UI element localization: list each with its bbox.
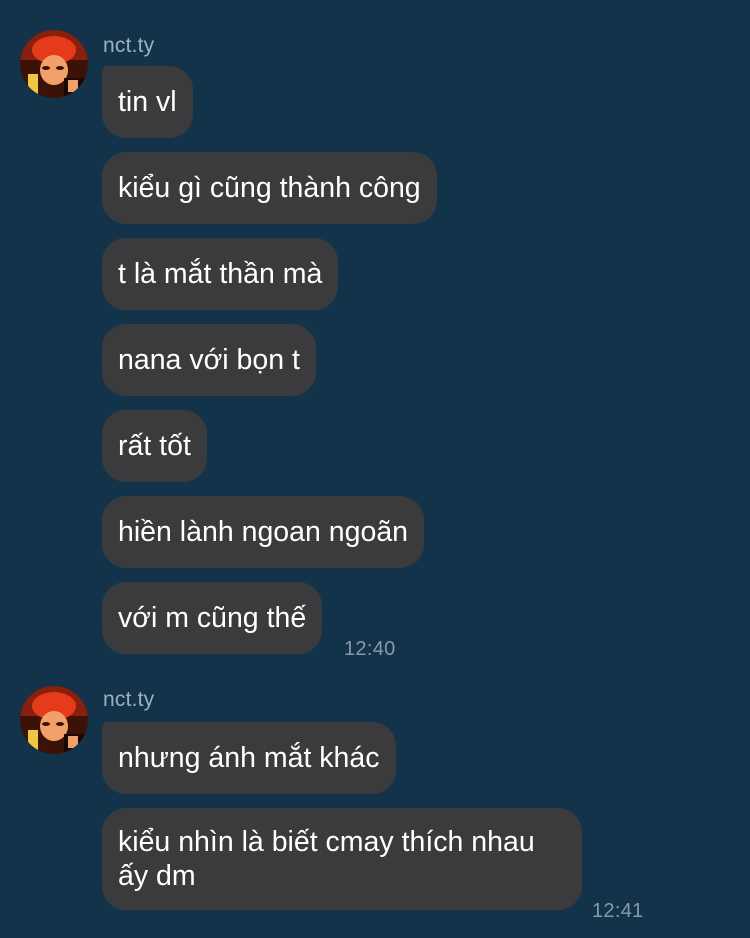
- message-bubble[interactable]: nana với bọn t: [102, 324, 316, 396]
- message-bubble[interactable]: hiền lành ngoan ngoãn: [102, 496, 425, 568]
- sender-name[interactable]: nct.ty: [103, 34, 154, 58]
- avatar[interactable]: [20, 686, 88, 754]
- sender-name[interactable]: nct.ty: [103, 688, 154, 712]
- avatar[interactable]: [20, 30, 88, 98]
- avatar-photo-icon: [20, 30, 88, 98]
- avatar-photo-icon: [20, 686, 88, 754]
- message-bubble[interactable]: tin vl: [102, 66, 193, 138]
- message-bubble[interactable]: với m cũng thế: [102, 582, 323, 654]
- chat-view: nct.ty tin vl kiểu gì cũng thành công t …: [0, 0, 750, 938]
- message-timestamp: 12:40: [344, 638, 396, 660]
- message-timestamp: 12:41: [592, 900, 644, 922]
- message-bubble[interactable]: rất tốt: [102, 410, 207, 482]
- message-bubble[interactable]: nhưng ánh mắt khác: [102, 722, 396, 794]
- message-bubble[interactable]: kiểu nhìn là biết cmay thích nhau ấy dm: [102, 808, 582, 910]
- message-bubble[interactable]: t là mắt thần mà: [102, 238, 339, 310]
- message-bubble[interactable]: kiểu gì cũng thành công: [102, 152, 437, 224]
